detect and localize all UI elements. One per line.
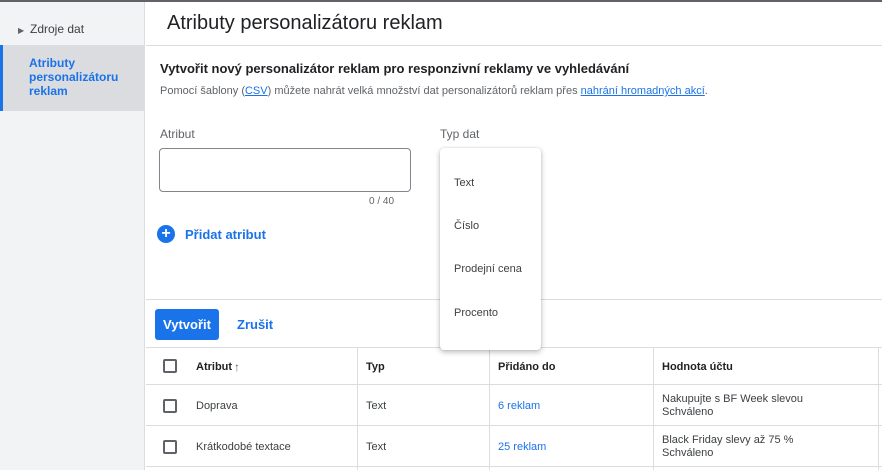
page-header: Atributy personalizátoru reklam: [146, 2, 882, 46]
attributes-table: Atribut ↑ Typ Přidáno do Hodnota účtu Do…: [146, 347, 882, 470]
cell-account-value: Nakupujte s BF Week slevou: [662, 393, 804, 405]
form-title: Vytvořit nový personalizátor reklam pro …: [160, 61, 630, 76]
cell-added-to-link[interactable]: 25 reklam: [498, 441, 546, 453]
attribute-label: Atribut: [160, 127, 195, 141]
dropdown-option-percent[interactable]: Procento: [454, 307, 498, 319]
sidebar-item-data-sources[interactable]: ▶ Zdroje dat: [0, 18, 145, 40]
data-type-label: Typ dat: [440, 127, 480, 141]
character-counter: 0 / 40: [369, 196, 395, 207]
csv-link[interactable]: CSV: [245, 85, 268, 97]
column-header-type[interactable]: Typ: [366, 361, 385, 373]
dropdown-option-sale-price[interactable]: Prodejní cena: [454, 263, 522, 275]
column-header-added-to[interactable]: Přidáno do: [498, 361, 555, 373]
page-title: Atributy personalizátoru reklam: [167, 12, 443, 34]
cell-attribute: Krátkodobé textace: [196, 441, 291, 453]
cancel-button[interactable]: Zrušit: [237, 317, 273, 332]
sidebar-item-label: Zdroje dat: [30, 22, 85, 36]
sidebar-item-ad-customizer-attributes[interactable]: Atributy personalizátoru reklam: [0, 45, 145, 111]
table-row: Doprava Text 6 reklam Nakupujte s BF Wee…: [146, 385, 882, 426]
sidebar-item-label: Atributy personalizátoru reklam: [29, 56, 119, 98]
dropdown-option-number[interactable]: Číslo: [454, 220, 479, 232]
attribute-input[interactable]: [159, 148, 411, 192]
plus-circle-icon: +: [157, 225, 175, 243]
column-header-attribute[interactable]: Atribut: [196, 361, 232, 373]
subtitle-text: ) můžete nahrát velká množství dat perso…: [267, 85, 581, 97]
data-type-dropdown-menu: Text Číslo Prodejní cena Procento: [440, 148, 541, 350]
arrow-up-icon[interactable]: ↑: [234, 360, 240, 374]
cell-type: Text: [366, 441, 387, 453]
form-subtitle: Pomocí šablony (CSV) můžete nahrát velká…: [160, 85, 708, 97]
table-row: Krátkodobé textace Text 25 reklam Black …: [146, 426, 882, 467]
column-header-account-value[interactable]: Hodnota účtu: [662, 361, 733, 373]
create-button[interactable]: Vytvořit: [155, 309, 219, 340]
row-checkbox[interactable]: [163, 399, 177, 413]
sidebar: ▶ Zdroje dat Atributy personalizátoru re…: [0, 2, 145, 470]
cell-added-to-link[interactable]: 6 reklam: [498, 400, 540, 412]
cell-status: Schváleno: [662, 447, 714, 459]
subtitle-text: .: [704, 85, 708, 97]
cell-status: Schváleno: [662, 406, 714, 418]
triangle-right-icon: ▶: [18, 26, 25, 35]
cell-account-value: Black Friday slevy až 75 %: [662, 434, 794, 446]
cell-type: Text: [366, 400, 387, 412]
cell-attribute: Doprava: [196, 400, 238, 412]
select-all-checkbox[interactable]: [163, 359, 177, 373]
add-attribute-label: Přidat atribut: [185, 227, 266, 242]
subtitle-text: Pomocí šablony (: [160, 85, 245, 97]
table-header-row: Atribut ↑ Typ Přidáno do Hodnota účtu: [146, 347, 882, 385]
row-checkbox[interactable]: [163, 440, 177, 454]
bulk-upload-link[interactable]: nahrání hromadných akcí: [581, 85, 705, 97]
dropdown-option-text[interactable]: Text: [454, 177, 474, 189]
